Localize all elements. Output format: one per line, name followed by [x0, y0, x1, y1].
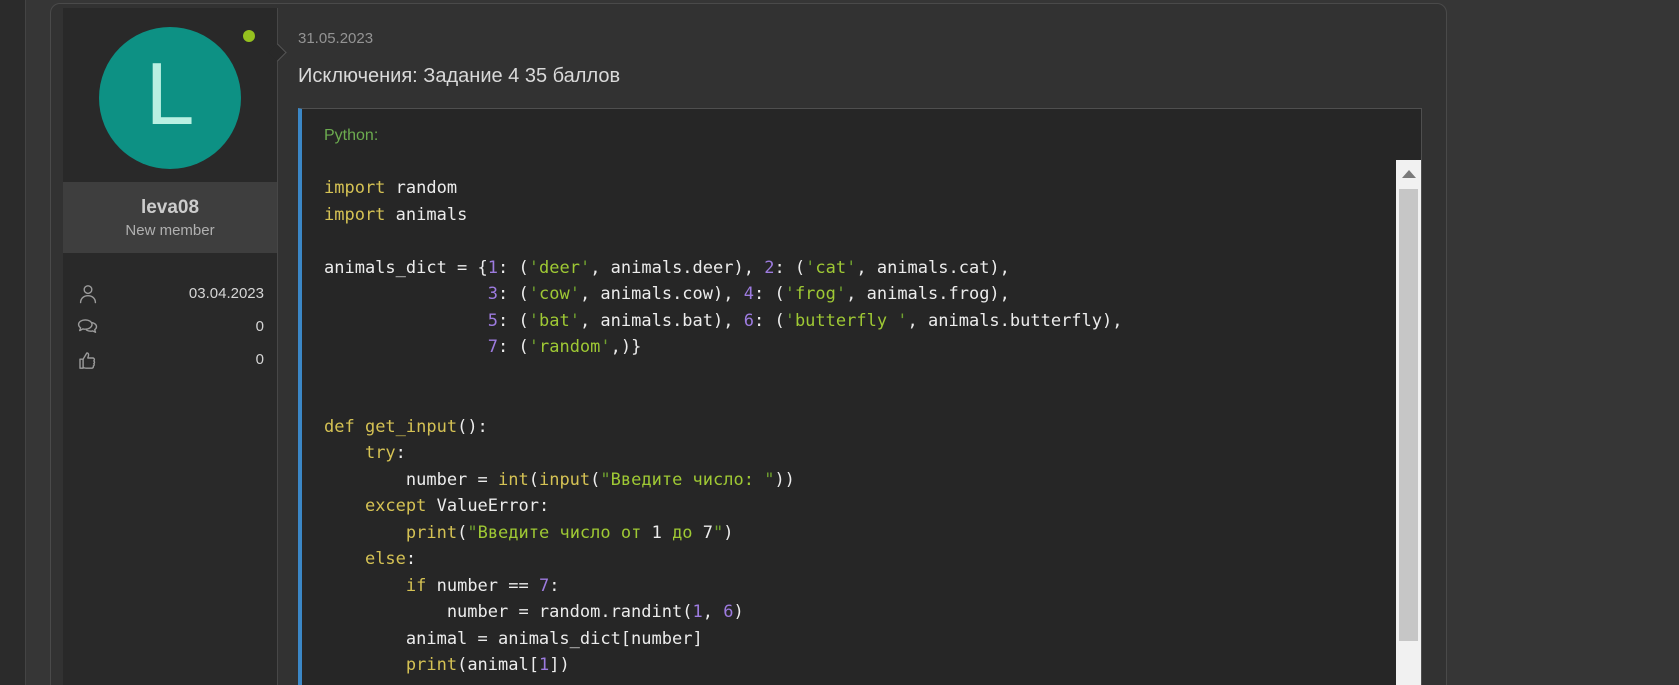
stat-row-joined: 03.04.2023 — [63, 277, 277, 310]
thumbs-up-icon — [76, 348, 100, 372]
user-cell: L leva08 New member 03.04.2023 — [63, 8, 278, 685]
code-language-label: Python: — [302, 109, 1421, 158]
avatar-box: L — [63, 8, 277, 182]
stat-row-messages: 0 — [63, 310, 277, 343]
code-scroll-area: import randomimport animals animals_dict… — [302, 158, 1421, 685]
avatar[interactable]: L — [99, 27, 241, 169]
scrollbar-thumb[interactable] — [1399, 189, 1418, 641]
avatar-letter: L — [146, 50, 195, 138]
chat-icon — [76, 315, 100, 339]
post-date[interactable]: 31.05.2023 — [298, 30, 373, 48]
messages-count-value: 0 — [256, 318, 264, 335]
stat-row-likes: 0 — [63, 343, 277, 376]
code-scrollbar[interactable] — [1396, 160, 1421, 685]
user-icon — [76, 282, 100, 306]
user-stats: 03.04.2023 0 0 — [63, 277, 277, 376]
post-title: Исключения: Задание 4 35 баллов — [298, 62, 1446, 90]
code-block: Python: import randomimport animals anim… — [298, 108, 1422, 685]
message-main: 31.05.2023 Исключения: Задание 4 35 балл… — [278, 4, 1446, 685]
user-role: New member — [125, 222, 214, 239]
likes-count-value: 0 — [256, 351, 264, 368]
joined-date-value: 03.04.2023 — [189, 285, 264, 302]
online-indicator-dot — [243, 30, 255, 42]
scrollbar-up-button[interactable] — [1396, 160, 1421, 187]
post-card: L leva08 New member 03.04.2023 — [50, 3, 1447, 685]
scroll-up-arrow-icon — [1402, 170, 1416, 178]
page: L leva08 New member 03.04.2023 — [0, 0, 1679, 685]
user-title-band: leva08 New member — [63, 182, 277, 253]
username-link[interactable]: leva08 — [141, 197, 199, 219]
page-left-margin — [0, 0, 26, 685]
code-content: import randomimport animals animals_dict… — [302, 158, 1421, 685]
